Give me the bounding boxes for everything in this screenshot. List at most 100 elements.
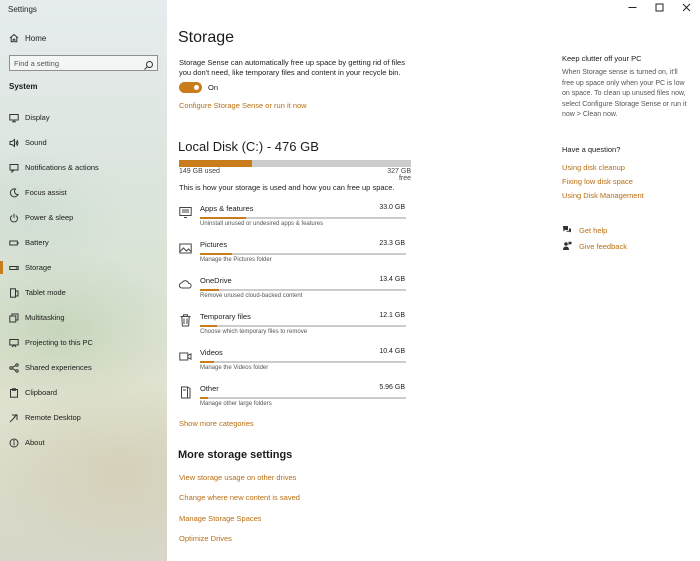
storage-category-videos[interactable]: Videos 10.4 GB Manage the Videos folder [179, 346, 411, 382]
category-name: Temporary files [200, 312, 251, 321]
disk-cleanup-link[interactable]: Using disk cleanup [562, 163, 625, 172]
category-name: Apps & features [200, 204, 254, 213]
search-box[interactable] [9, 55, 158, 71]
sidebar-item-remote-desktop[interactable]: Remote Desktop [0, 405, 167, 430]
clutter-heading: Keep clutter off your PC [562, 54, 642, 63]
category-usage-bar [200, 217, 406, 219]
sidebar-item-clipboard[interactable]: Clipboard [0, 380, 167, 405]
change-save-location-link[interactable]: Change where new content is saved [179, 493, 300, 502]
question-heading: Have a question? [562, 145, 621, 154]
category-usage-fill [200, 289, 219, 291]
usage-description: This is how your storage is used and how… [179, 183, 395, 192]
get-help-row[interactable]: Get help [562, 224, 607, 236]
show-more-categories-link[interactable]: Show more categories [179, 419, 254, 428]
home-label: Home [25, 33, 47, 43]
configure-storage-sense-link[interactable]: Configure Storage Sense or run it now [179, 101, 307, 110]
category-usage-fill [200, 397, 209, 399]
category-name: Other [200, 384, 219, 393]
search-input[interactable] [14, 58, 142, 68]
storage-sense-description: Storage Sense can automatically free up … [179, 58, 405, 77]
category-size: 10.4 GB [379, 348, 405, 355]
get-help-link[interactable]: Get help [579, 226, 607, 235]
give-feedback-link[interactable]: Give feedback [579, 242, 627, 251]
sidebar-item-power-and-sleep[interactable]: Power & sleep [0, 205, 167, 230]
clutter-text: When Storage sense is turned on, it'll f… [562, 69, 687, 118]
low-disk-space-link[interactable]: Fixing low disk space [562, 177, 633, 186]
sidebar-item-focus-assist[interactable]: Focus assist [0, 180, 167, 205]
disk-management-link[interactable]: Using Disk Management [562, 191, 644, 200]
sidebar-item-storage[interactable]: Storage [0, 255, 167, 280]
remote-desktop-icon [9, 413, 19, 423]
sidebar-item-projecting-to-this-pc[interactable]: Projecting to this PC [0, 330, 167, 355]
sidebar-item-label: Focus assist [25, 188, 67, 197]
disk-free-label: 327 GB free [387, 168, 411, 182]
sidebar-item-label: Projecting to this PC [25, 338, 93, 347]
sidebar-item-display[interactable]: Display [0, 105, 167, 130]
category-description: Remove unused cloud-backed content [200, 293, 303, 299]
sidebar-item-battery[interactable]: Battery [0, 230, 167, 255]
home-nav-item[interactable]: Home [0, 28, 167, 48]
category-name: OneDrive [200, 276, 232, 285]
storage-category-temporary-files[interactable]: Temporary files 12.1 GB Choose which tempo… [179, 310, 411, 346]
give-feedback-row[interactable]: Give feedback [562, 240, 627, 252]
category-description: Manage the Videos folder [200, 365, 269, 371]
category-usage-fill [200, 325, 217, 327]
display-icon [9, 113, 19, 123]
home-icon [9, 33, 19, 43]
category-size: 23.3 GB [379, 240, 405, 247]
sidebar-item-label: Power & sleep [25, 213, 74, 222]
disk-title: Local Disk (C:) - 476 GB [178, 139, 319, 154]
sidebar-item-notifications-and-actions[interactable]: Notifications & actions [0, 155, 167, 180]
storage-category-other[interactable]: Other 5.96 GB Manage other large folders [179, 382, 411, 418]
sidebar: Settings Home System Display Sound Notific… [0, 0, 167, 561]
sidebar-item-label: Tablet mode [25, 288, 66, 297]
disk-usage-fill [179, 160, 252, 167]
other-folders-icon [179, 386, 192, 399]
sidebar-item-label: Storage [25, 263, 52, 272]
category-description: Manage other large folders [200, 401, 272, 407]
videos-icon [179, 350, 192, 363]
category-name: Videos [200, 348, 223, 357]
more-storage-settings-heading: More storage settings [178, 449, 293, 461]
sidebar-item-label: Remote Desktop [25, 413, 81, 422]
sidebar-item-label: Notifications & actions [25, 163, 99, 172]
category-size: 13.4 GB [379, 276, 405, 283]
sidebar-item-shared-experiences[interactable]: Shared experiences [0, 355, 167, 380]
view-other-drives-link[interactable]: View storage usage on other drives [179, 473, 296, 482]
notifications-icon [9, 163, 19, 173]
manage-storage-spaces-link[interactable]: Manage Storage Spaces [179, 514, 262, 523]
sidebar-item-label: Display [25, 113, 50, 122]
storage-category-pictures[interactable]: Pictures 23.3 GB Manage the Pictures folde… [179, 238, 411, 274]
sidebar-item-about[interactable]: About [0, 430, 167, 455]
tablet-mode-icon [9, 287, 19, 298]
info-icon [9, 438, 19, 448]
category-usage-fill [200, 217, 246, 219]
battery-icon [9, 238, 19, 248]
storage-sense-toggle[interactable] [179, 82, 202, 93]
nav-list: Display Sound Notifications & actions Focus… [0, 105, 167, 455]
category-size: 12.1 GB [379, 312, 405, 319]
sidebar-item-label: About [25, 438, 45, 447]
sidebar-item-label: Battery [25, 238, 49, 247]
sidebar-item-sound[interactable]: Sound [0, 130, 167, 155]
storage-category-apps-and-features[interactable]: Apps & features 33.0 GB Uninstall unused o… [179, 202, 411, 238]
multitasking-icon [9, 313, 19, 323]
trash-icon [179, 314, 192, 327]
sound-icon [9, 137, 19, 148]
sidebar-item-label: Multitasking [25, 313, 65, 322]
category-description: Choose which temporary files to remove [200, 329, 308, 335]
category-usage-bar [200, 397, 406, 399]
sidebar-item-label: Sound [25, 138, 47, 147]
sidebar-item-multitasking[interactable]: Multitasking [0, 305, 167, 330]
storage-category-onedrive[interactable]: OneDrive 13.4 GB Remove unused cloud-backe… [178, 274, 411, 310]
category-description: Uninstall unused or undesired apps & fea… [200, 221, 324, 227]
storage-category-list: Apps & features 33.0 GB Uninstall unused o… [178, 202, 411, 418]
sidebar-item-tablet-mode[interactable]: Tablet mode [0, 280, 167, 305]
search-icon[interactable] [143, 58, 154, 70]
disk-used-label: 149 GB used [179, 168, 220, 175]
category-usage-bar [200, 361, 406, 363]
optimize-drives-link[interactable]: Optimize Drives [179, 534, 232, 543]
apps-features-icon [179, 206, 192, 219]
sidebar-item-label: Shared experiences [25, 363, 92, 372]
shared-experiences-icon [9, 362, 19, 373]
